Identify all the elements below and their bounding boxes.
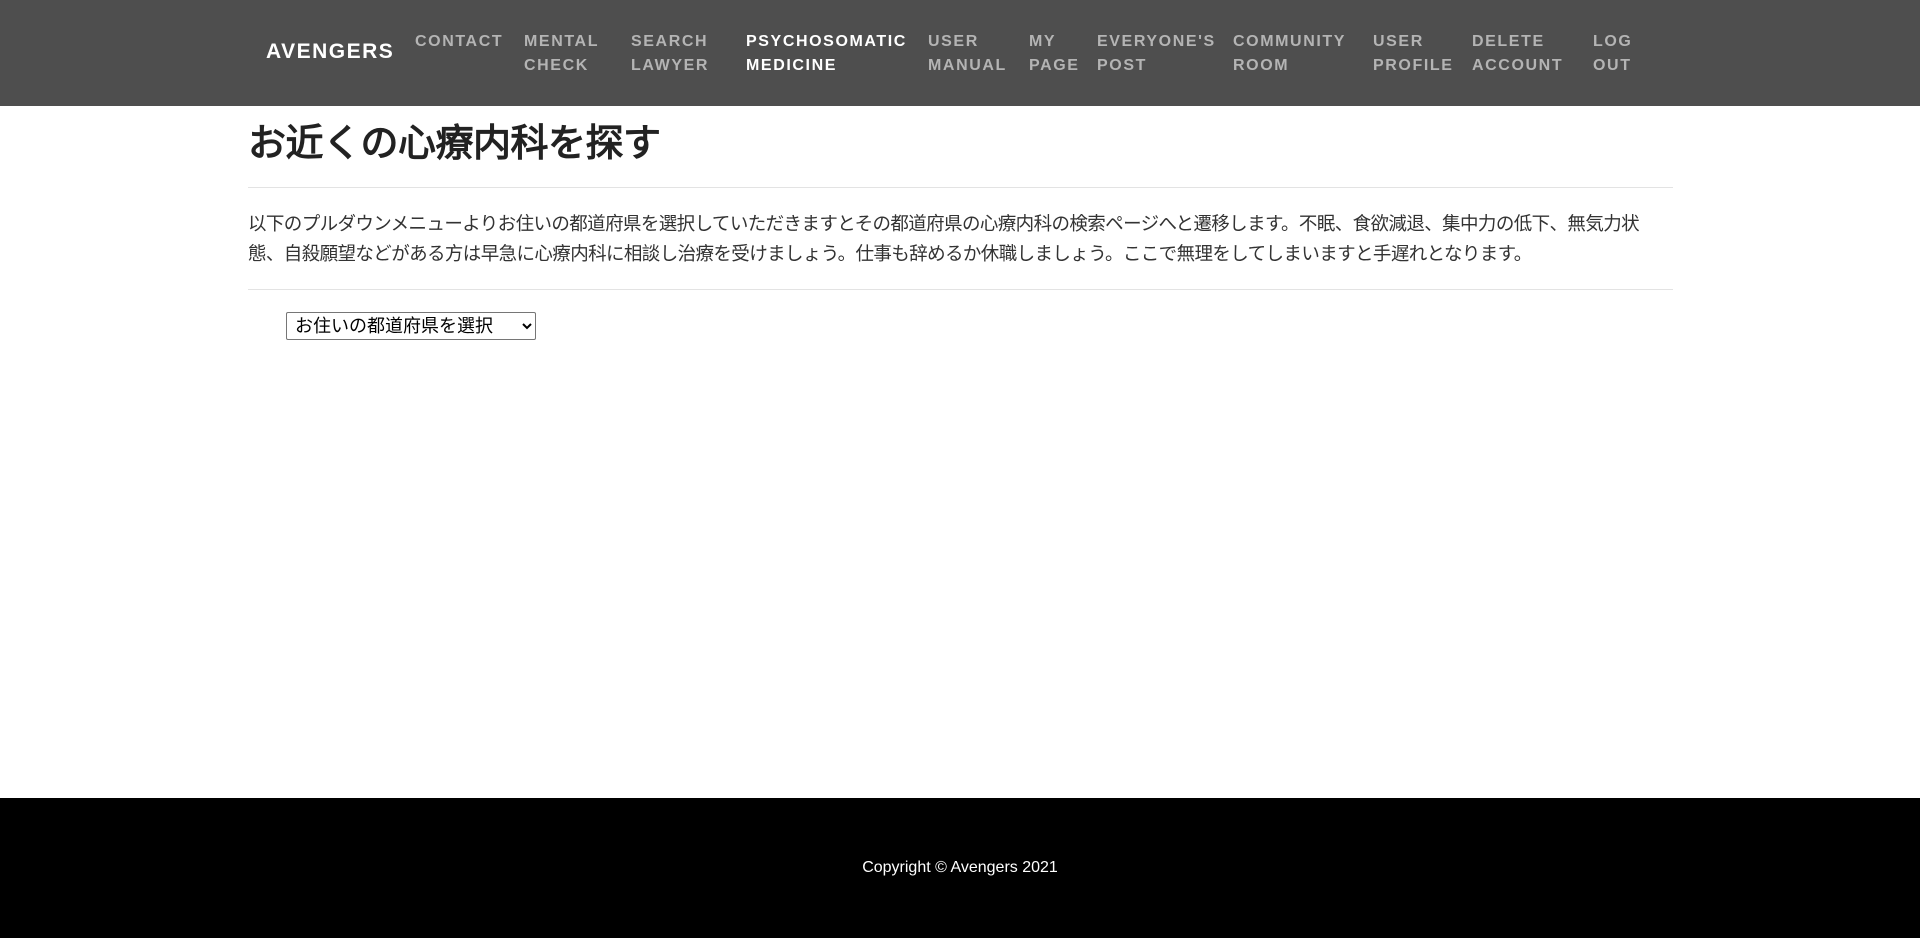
nav-item-search-lawyer[interactable]: SEARCH LAWYER — [631, 30, 709, 78]
nav-item-mental-check[interactable]: MENTAL CHECK — [524, 30, 599, 78]
nav-item-log-out[interactable]: LOG OUT — [1593, 30, 1632, 78]
nav-item-user-profile[interactable]: USER PROFILE — [1373, 30, 1454, 78]
page-title: お近くの心療内科を探す — [248, 121, 661, 165]
nav-item-everyones-post[interactable]: EVERYONE'S POST — [1097, 30, 1216, 78]
nav-item-my-page[interactable]: MY PAGE — [1029, 30, 1080, 78]
nav-item-contact[interactable]: CONTACT — [415, 30, 503, 54]
prefecture-select[interactable]: お住いの都道府県を選択 — [286, 312, 536, 340]
brand-link[interactable]: AVENGERS — [266, 40, 394, 64]
nav-item-user-manual[interactable]: USER MANUAL — [928, 30, 1007, 78]
top-navbar: AVENGERS CONTACT MENTAL CHECK SEARCH LAW… — [0, 0, 1920, 106]
intro-text: 以下のプルダウンメニューよりお住いの都道府県を選択していただきますとその都道府県… — [248, 214, 1640, 265]
prefecture-select-wrapper: お住いの都道府県を選択 — [248, 290, 1673, 340]
nav-item-psychosomatic-medicine[interactable]: PSYCHOSOMATIC MEDICINE — [746, 30, 907, 78]
footer: Copyright © Avengers 2021 — [0, 798, 1920, 938]
main-content: お近くの心療内科を探す 以下のプルダウンメニューよりお住いの都道府県を選択してい… — [248, 106, 1673, 340]
nav-item-delete-account[interactable]: DELETE ACCOUNT — [1472, 30, 1563, 78]
nav-item-community-room[interactable]: COMMUNITY ROOM — [1233, 30, 1346, 78]
copyright-text: Copyright © Avengers 2021 — [862, 859, 1058, 876]
